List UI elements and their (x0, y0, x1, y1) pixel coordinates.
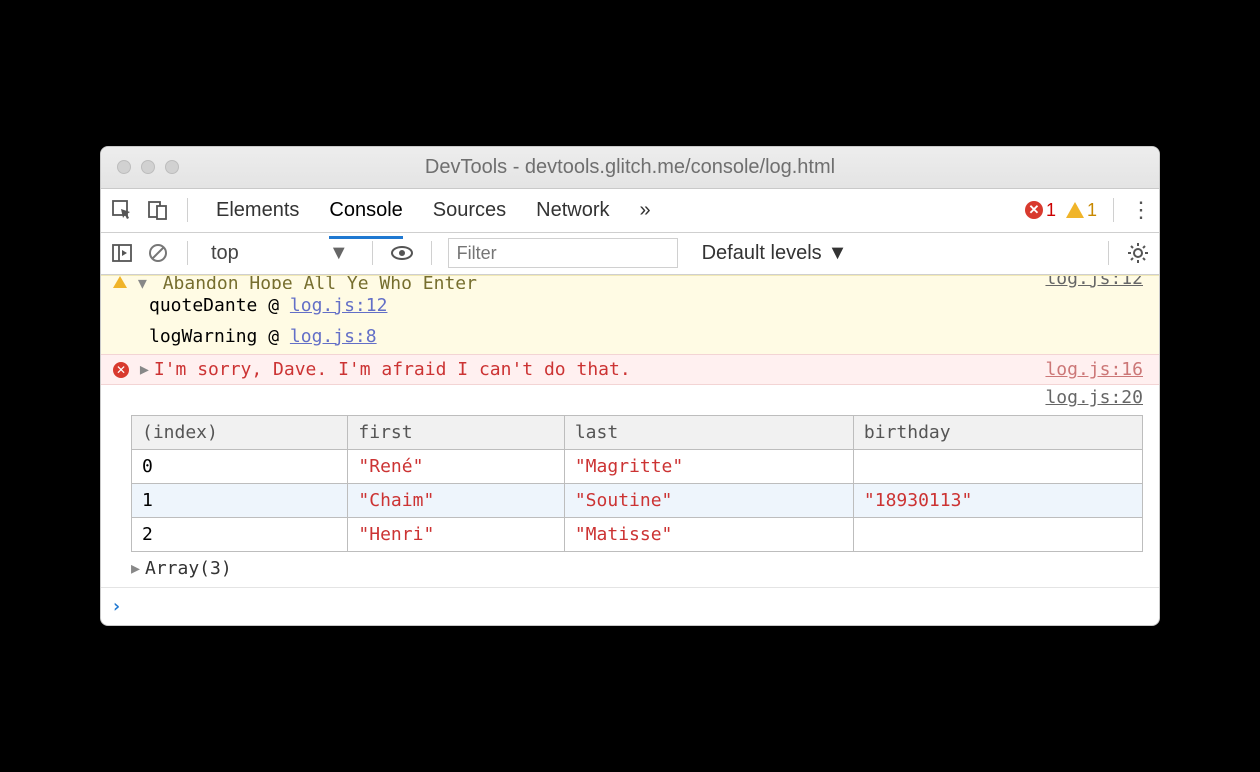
live-expression-icon[interactable] (389, 240, 415, 266)
minimize-window-button[interactable] (141, 160, 155, 174)
divider (1113, 198, 1114, 222)
divider (187, 198, 188, 222)
console-log-area: ▾ Abandon Hope All Ye Who Enter log.js:1… (101, 275, 1159, 625)
warning-stack: quoteDante @ log.js:12 logWarning @ log.… (101, 289, 1159, 354)
tabs-right: ✕ 1 1 ⋮ (1025, 197, 1151, 223)
table-cell: 1 (132, 484, 348, 518)
chevron-down-icon: ▼ (329, 242, 349, 265)
prompt-chevron-icon: › (111, 596, 122, 617)
console-toolbar: top ▼ Default levels ▼ (101, 233, 1159, 275)
levels-label: Default levels (702, 242, 822, 265)
table-cell: "Chaim" (348, 484, 564, 518)
stack-frame: logWarning @ log.js:8 (149, 322, 1147, 353)
source-link[interactable]: log.js:12 (290, 295, 388, 316)
table-header[interactable]: first (348, 416, 564, 450)
error-count: 1 (1046, 200, 1056, 221)
at-sign: @ (268, 326, 279, 347)
divider (431, 241, 432, 265)
context-dropdown[interactable]: top ▼ (204, 241, 356, 266)
log-warning-row[interactable]: ▾ Abandon Hope All Ye Who Enter log.js:1… (101, 275, 1159, 289)
stack-frame: quoteDante @ log.js:12 (149, 291, 1147, 322)
array-label-text: Array(3) (145, 558, 232, 579)
warning-count: 1 (1087, 200, 1097, 221)
device-toolbar-icon[interactable] (145, 197, 171, 223)
panel-tabs: Elements Console Sources Network » (216, 191, 651, 230)
tab-elements[interactable]: Elements (216, 191, 299, 230)
table-header[interactable]: (index) (132, 416, 348, 450)
traffic-lights (117, 160, 179, 174)
disclosure-triangle-icon[interactable]: ▸ (140, 359, 154, 380)
warning-icon (113, 276, 127, 288)
source-link[interactable]: log.js:12 (1045, 276, 1143, 281)
at-sign: @ (268, 295, 279, 316)
filter-input[interactable] (448, 238, 678, 268)
tab-network[interactable]: Network (536, 191, 609, 230)
titlebar: DevTools - devtools.glitch.me/console/lo… (101, 147, 1159, 189)
warning-badge[interactable]: 1 (1066, 200, 1097, 221)
stack-fn: logWarning (149, 326, 257, 347)
table-cell: "Soutine" (564, 484, 853, 518)
log-error-row[interactable]: ✕ ▸ I'm sorry, Dave. I'm afraid I can't … (101, 354, 1159, 385)
clear-console-icon[interactable] (145, 240, 171, 266)
warning-message: Abandon Hope All Ye Who Enter (163, 275, 477, 289)
array-summary[interactable]: ▸Array(3) (131, 558, 1143, 579)
table-row: 2 "Henri" "Matisse" (132, 518, 1143, 552)
console-prompt[interactable]: › (101, 587, 1159, 625)
error-icon: ✕ (1025, 201, 1043, 219)
chevron-down-icon: ▼ (828, 242, 848, 265)
table-cell: "Magritte" (564, 450, 853, 484)
error-message: I'm sorry, Dave. I'm afraid I can't do t… (154, 359, 631, 380)
tab-sources[interactable]: Sources (433, 191, 506, 230)
table-row: 0 "René" "Magritte" (132, 450, 1143, 484)
table-row: 1 "Chaim" "Soutine" "18930113" (132, 484, 1143, 518)
zoom-window-button[interactable] (165, 160, 179, 174)
source-link[interactable]: log.js:20 (1045, 387, 1143, 408)
table-cell (853, 450, 1142, 484)
stack-fn: quoteDante (149, 295, 257, 316)
close-window-button[interactable] (117, 160, 131, 174)
table-cell: 2 (132, 518, 348, 552)
inspect-element-icon[interactable] (109, 197, 135, 223)
source-link[interactable]: log.js:16 (1045, 359, 1143, 380)
table-cell: "18930113" (853, 484, 1142, 518)
more-menu-icon[interactable]: ⋮ (1130, 197, 1151, 223)
table-cell (853, 518, 1142, 552)
toggle-sidebar-icon[interactable] (109, 240, 135, 266)
disclosure-triangle-icon[interactable]: ▾ (138, 281, 152, 286)
divider (187, 241, 188, 265)
console-settings-icon[interactable] (1125, 240, 1151, 266)
table-header[interactable]: last (564, 416, 853, 450)
devtools-window: DevTools - devtools.glitch.me/console/lo… (100, 146, 1160, 626)
log-table-row: log.js:20 (index) first last birthday 0 … (101, 385, 1159, 587)
table-header[interactable]: birthday (853, 416, 1142, 450)
table-cell: "Henri" (348, 518, 564, 552)
table-cell: 0 (132, 450, 348, 484)
table-cell: "René" (348, 450, 564, 484)
tabs-overflow[interactable]: » (640, 191, 651, 230)
console-table: (index) first last birthday 0 "René" "Ma… (131, 415, 1143, 552)
log-levels-dropdown[interactable]: Default levels ▼ (702, 242, 848, 265)
disclosure-triangle-icon[interactable]: ▸ (131, 558, 145, 579)
tab-console[interactable]: Console (329, 191, 402, 239)
source-link[interactable]: log.js:8 (290, 326, 377, 347)
window-title: DevTools - devtools.glitch.me/console/lo… (101, 156, 1159, 179)
context-value: top (211, 242, 239, 265)
warning-icon (1066, 202, 1084, 218)
divider (372, 241, 373, 265)
divider (1108, 241, 1109, 265)
error-icon: ✕ (113, 362, 129, 378)
table-cell: "Matisse" (564, 518, 853, 552)
error-badge[interactable]: ✕ 1 (1025, 200, 1056, 221)
tabs-row: Elements Console Sources Network » ✕ 1 1… (101, 189, 1159, 233)
